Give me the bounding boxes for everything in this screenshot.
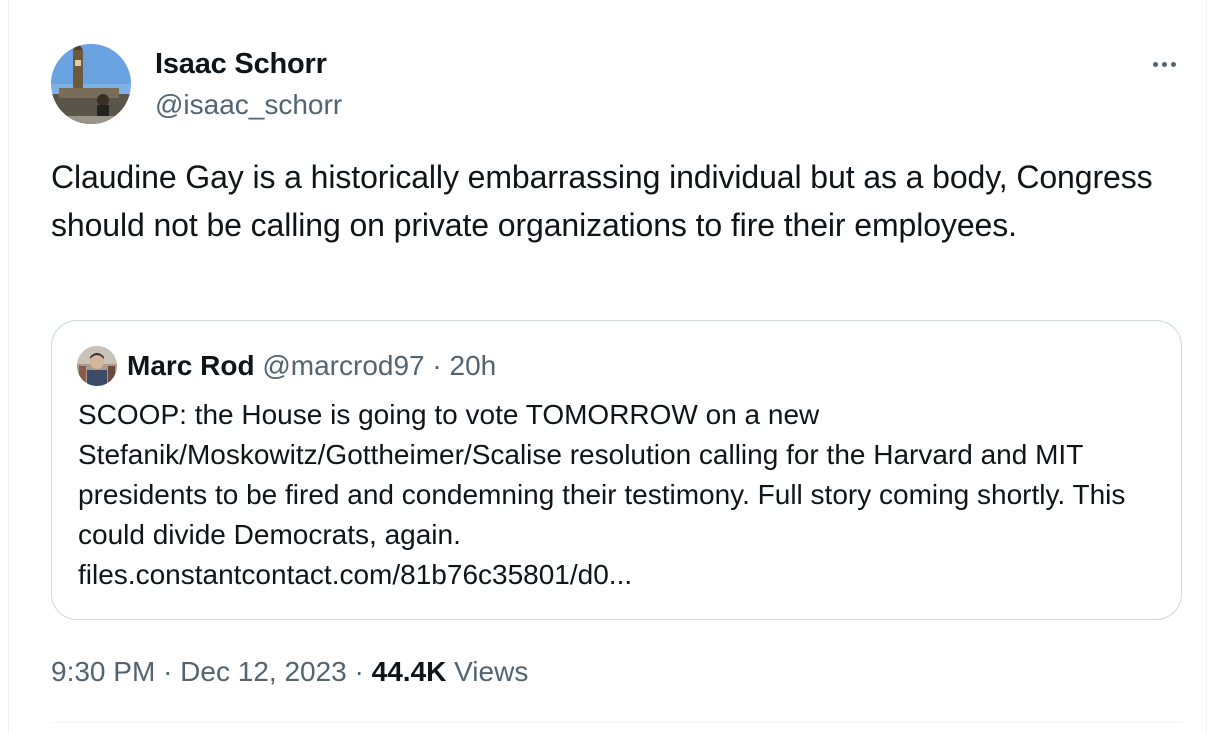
meta-separator: · bbox=[163, 656, 173, 687]
author-handle[interactable]: @isaac_schorr bbox=[155, 88, 342, 122]
meta-separator: · bbox=[354, 656, 364, 687]
quoted-author-handle[interactable]: @marcrod97 bbox=[262, 350, 424, 381]
quoted-tweet-card[interactable]: Marc Rod @marcrod97 · 20h SCOOP: the Hou… bbox=[51, 320, 1182, 620]
quoted-separator: · bbox=[432, 350, 442, 381]
views-label: Views bbox=[454, 656, 529, 687]
quoted-tweet-header: Marc Rod @marcrod97 · 20h bbox=[127, 349, 496, 383]
more-dot bbox=[1170, 61, 1176, 67]
tweet-text: Claudine Gay is a historically embarrass… bbox=[51, 159, 1153, 243]
quoted-tweet-link[interactable]: files.constantcontact.com/81b76c35801/d0… bbox=[78, 559, 632, 590]
more-options-icon[interactable] bbox=[1142, 52, 1186, 76]
tweet-frame: Isaac Schorr @isaac_schorr Claudine Gay … bbox=[8, 0, 1207, 734]
divider bbox=[51, 722, 1182, 723]
views-count: 44.4K bbox=[371, 656, 447, 687]
quoted-tweet-body: SCOOP: the House is going to vote TOMORR… bbox=[78, 399, 1126, 550]
quoted-author-avatar[interactable] bbox=[77, 346, 117, 386]
more-dot bbox=[1161, 61, 1167, 67]
quoted-author-name[interactable]: Marc Rod bbox=[127, 350, 255, 381]
author-avatar[interactable] bbox=[51, 44, 131, 124]
author-name[interactable]: Isaac Schorr bbox=[155, 46, 327, 82]
tweet-time[interactable]: 9:30 PM bbox=[51, 656, 155, 687]
author-avatar-image bbox=[51, 44, 131, 124]
tweet-meta: 9:30 PM · Dec 12, 2023 · 44.4K Views bbox=[51, 654, 528, 690]
tweet-date[interactable]: Dec 12, 2023 bbox=[180, 656, 347, 687]
quoted-avatar-image bbox=[77, 346, 117, 386]
quoted-age[interactable]: 20h bbox=[450, 350, 497, 381]
quoted-tweet-text: SCOOP: the House is going to vote TOMORR… bbox=[78, 395, 1168, 595]
more-dot bbox=[1152, 61, 1158, 67]
